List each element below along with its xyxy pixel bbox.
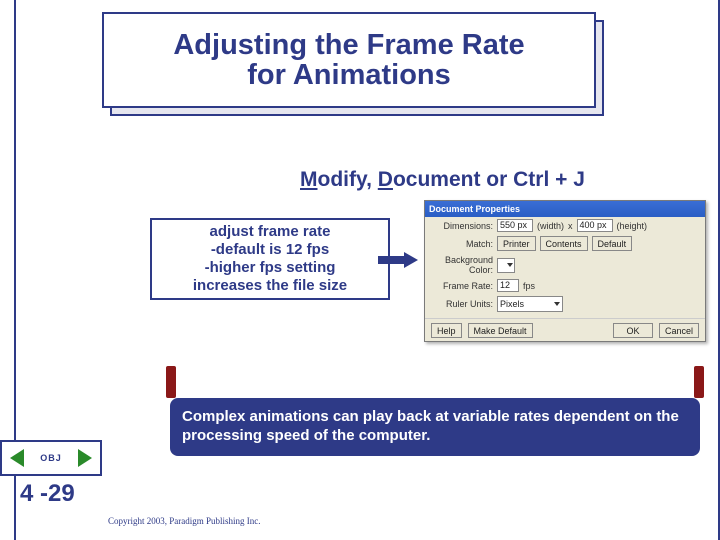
default-button[interactable]: Default (592, 236, 633, 251)
cancel-button[interactable]: Cancel (659, 323, 699, 338)
accel-m: M (300, 168, 318, 191)
dimensions-label: Dimensions: (431, 221, 493, 231)
height-text: (height) (617, 221, 648, 231)
next-slide-icon[interactable] (78, 449, 92, 467)
height-input[interactable]: 400 px (577, 219, 613, 232)
prev-slide-icon[interactable] (10, 449, 24, 467)
bgcolor-swatch[interactable] (497, 258, 515, 273)
framerate-input[interactable]: 12 (497, 279, 519, 292)
x-text: x (568, 221, 573, 231)
title-line2: for Animations (247, 60, 451, 90)
width-text: (width) (537, 221, 564, 231)
callout-line: adjust frame rate (156, 223, 384, 241)
callout-line: increases the file size (156, 277, 384, 295)
note-banner: Complex animations can play back at vari… (170, 398, 700, 456)
dialog-titlebar: Document Properties (425, 201, 705, 217)
document-properties-dialog: Document Properties Dimensions: 550 px (… (424, 200, 706, 342)
framerate-label: Frame Rate: (431, 281, 493, 291)
help-button[interactable]: Help (431, 323, 462, 338)
copyright: Copyright 2003, Paradigm Publishing Inc. (108, 516, 261, 526)
page-number: 4 -29 (20, 480, 75, 508)
bgcolor-label: Background Color: (431, 255, 493, 275)
ruler-units-select[interactable]: Pixels (497, 296, 563, 312)
printer-button[interactable]: Printer (497, 236, 536, 251)
title-line1: Adjusting the Frame Rate (173, 30, 524, 60)
menu-path: Modify, Document or Ctrl + J (300, 168, 585, 192)
callout-arrow (378, 252, 420, 268)
callout-line: -higher fps setting (156, 259, 384, 277)
callout-box: adjust frame rate -default is 12 fps -hi… (150, 218, 390, 300)
fps-text: fps (523, 281, 535, 291)
contents-button[interactable]: Contents (540, 236, 588, 251)
callout-line: -default is 12 fps (156, 241, 384, 259)
make-default-button[interactable]: Make Default (468, 323, 533, 338)
ruler-label: Ruler Units: (431, 299, 493, 309)
width-input[interactable]: 550 px (497, 219, 533, 232)
obj-label[interactable]: OBJ (40, 453, 62, 463)
ok-button[interactable]: OK (613, 323, 653, 338)
nav-box: OBJ (0, 440, 102, 476)
accel-d: D (378, 168, 393, 191)
match-label: Match: (431, 239, 493, 249)
title-box: Adjusting the Frame Rate for Animations (102, 12, 596, 108)
